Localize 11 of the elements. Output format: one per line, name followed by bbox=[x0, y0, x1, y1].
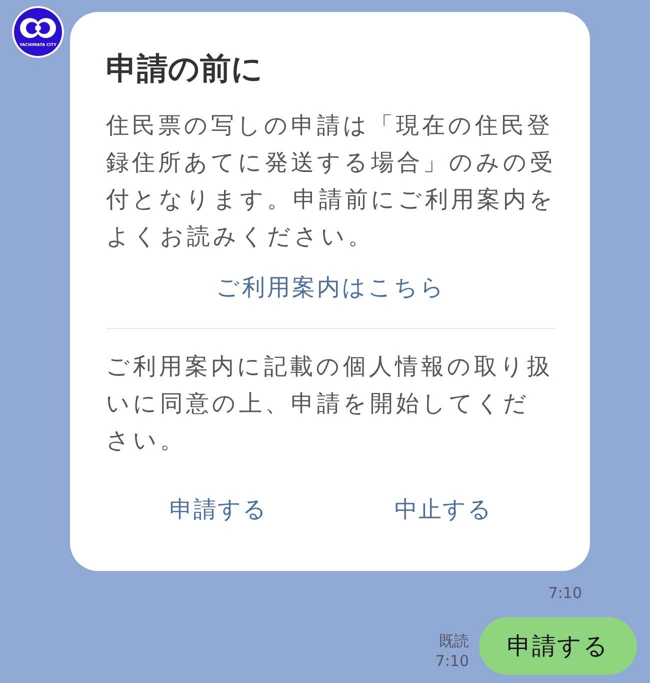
card-title: 申請の前に bbox=[106, 50, 264, 88]
logo-icon bbox=[20, 16, 56, 40]
message-bubble: 申請する bbox=[479, 617, 637, 675]
timestamp: 7:10 bbox=[548, 584, 582, 602]
timestamp: 7:10 bbox=[435, 651, 469, 671]
notice-text: 住民票の写しの申請は「現在の住民登録住所あてに発送する場合」のみの受付となります。申請前にご利用案内をよくお読みください。 bbox=[106, 112, 556, 252]
action-button[interactable]: 中止する bbox=[374, 490, 512, 529]
read-receipt: 既読 bbox=[439, 631, 469, 651]
action-button[interactable]: 申請する bbox=[150, 490, 288, 529]
consent-text: ご利用案内に記載の個人情報の取り扱いに同意の上、申請を開始してください。 bbox=[106, 353, 554, 456]
guide-link[interactable]: ご利用案内はこちら bbox=[106, 270, 556, 306]
